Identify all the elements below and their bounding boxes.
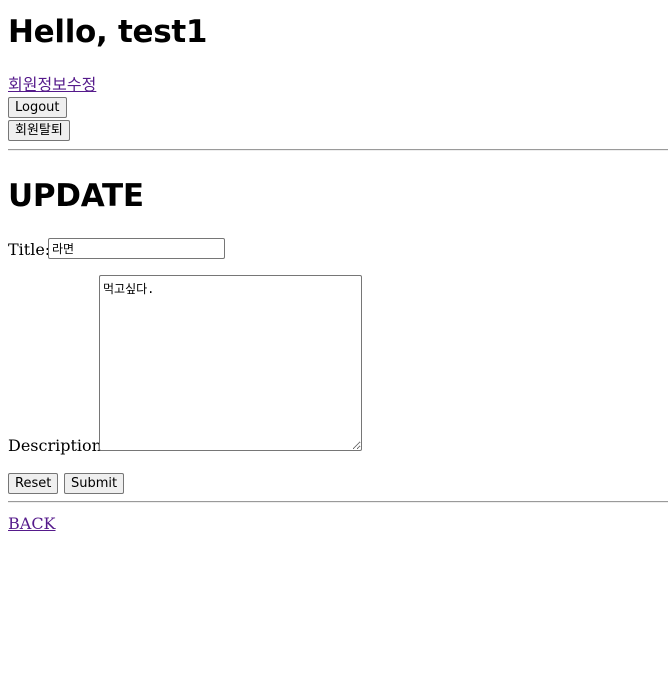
back-link[interactable]: BACK [8, 515, 56, 533]
greeting-heading: Hello, test1 [8, 14, 208, 50]
description-textarea[interactable]: 먹고싶다. [99, 275, 362, 451]
edit-profile-link[interactable]: 회원정보수정 [8, 76, 96, 94]
logout-button[interactable]: Logout [8, 97, 67, 118]
title-input[interactable] [48, 238, 225, 259]
divider-top [8, 149, 668, 151]
divider-bottom [8, 501, 668, 503]
submit-button[interactable]: Submit [64, 473, 125, 494]
update-heading: UPDATE [8, 178, 144, 214]
description-label: Description: [8, 436, 108, 455]
title-label: Title: [8, 240, 51, 259]
reset-button[interactable]: Reset [8, 473, 59, 494]
withdraw-account-button[interactable]: 회원탈퇴 [8, 120, 70, 141]
